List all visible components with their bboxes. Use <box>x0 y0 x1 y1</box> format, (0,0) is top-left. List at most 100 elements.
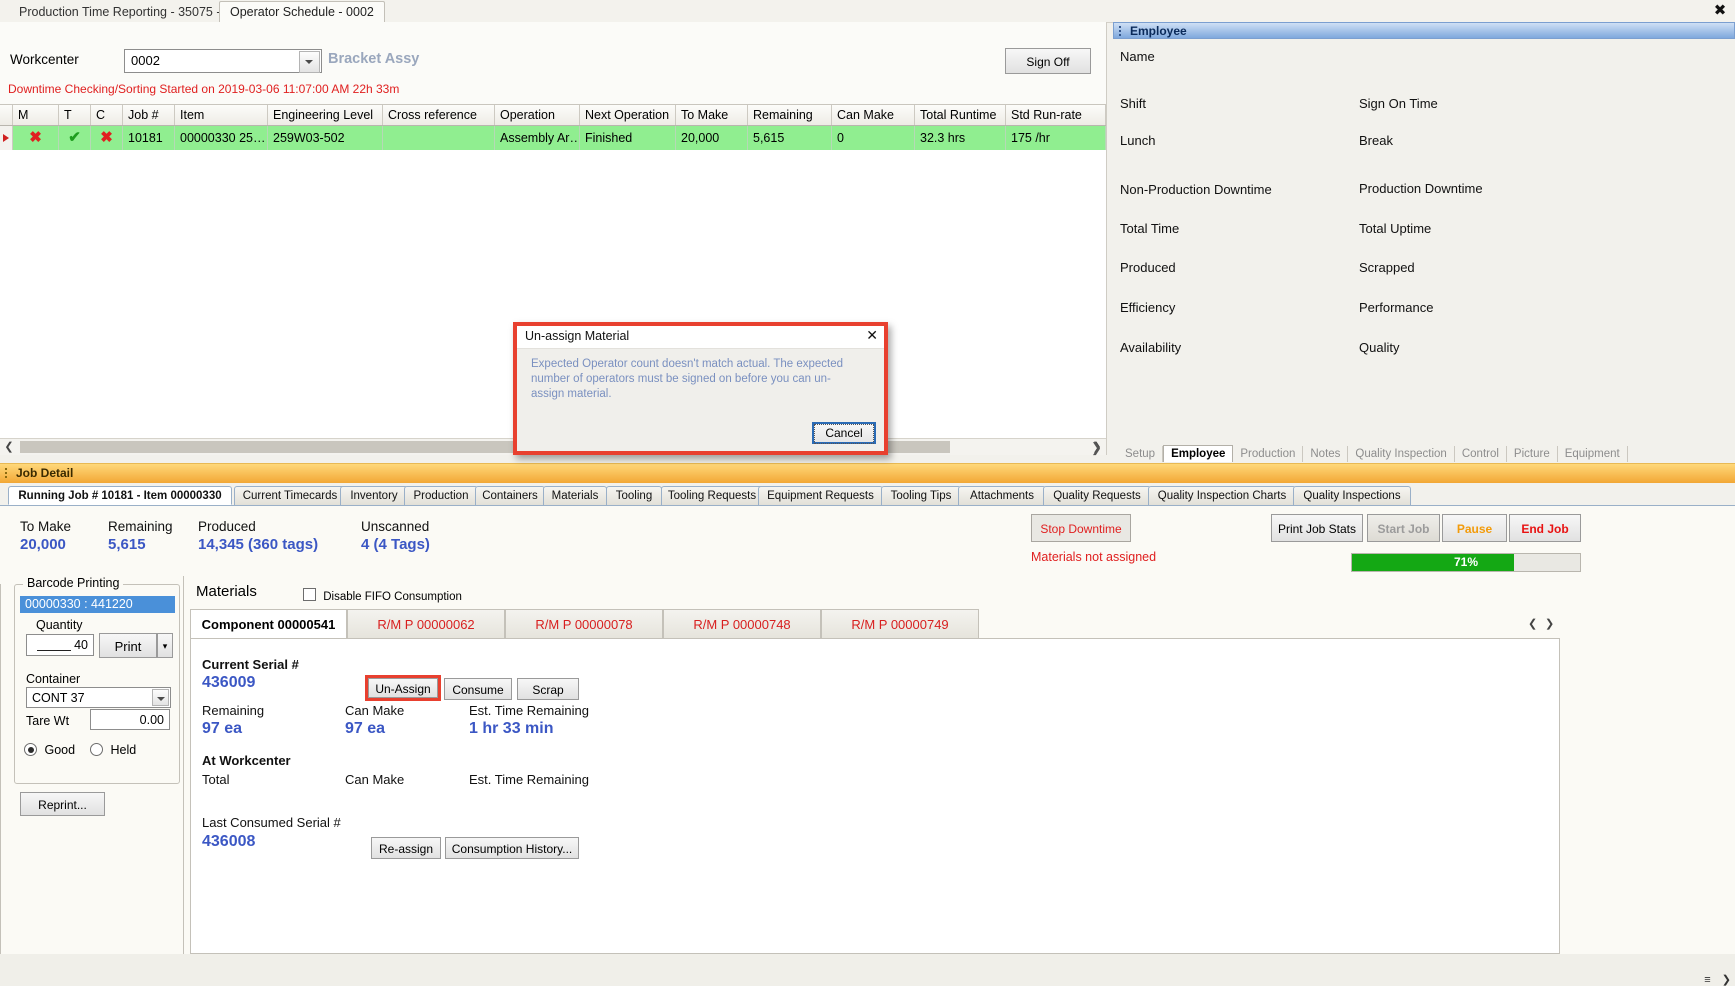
chevron-down-icon[interactable] <box>152 689 169 706</box>
reprint-button[interactable]: Reprint... <box>20 792 105 816</box>
mat-tab-component-00000541[interactable]: Component 00000541 <box>190 609 347 639</box>
start-job-button[interactable]: Start Job <box>1367 514 1440 542</box>
tab-materials[interactable]: Materials <box>543 486 607 505</box>
tab-containers[interactable]: Containers <box>475 486 545 505</box>
chevron-down-icon[interactable] <box>299 51 320 73</box>
tab-inventory[interactable]: Inventory <box>340 486 408 505</box>
pane-scroll-right-icon[interactable]: ❯ <box>1091 440 1102 456</box>
tab-attachments[interactable]: Attachments <box>958 486 1046 505</box>
employee-field-break: Break <box>1359 133 1393 148</box>
drag-handle-icon[interactable] <box>1119 26 1121 37</box>
tab-production[interactable]: Production <box>404 486 478 505</box>
window-tab-operator-schedule[interactable]: Operator Schedule - 0002 <box>219 1 385 23</box>
row-item: 00000330 25… <box>175 126 268 150</box>
grid-col-std-run-rate[interactable]: Std Run-rate <box>1006 105 1106 125</box>
un-assign-button[interactable]: Un-Assign <box>368 678 438 698</box>
tab-production[interactable]: Production <box>1233 446 1304 462</box>
grid-col-engineering-level[interactable]: Engineering Level <box>268 105 383 125</box>
stop-downtime-button[interactable]: Stop Downtime <box>1031 514 1131 542</box>
consumption-history-button[interactable]: Consumption History... <box>445 837 579 859</box>
barcode-printing-caption: Barcode Printing <box>23 576 124 590</box>
print-dropdown-icon[interactable]: ▾ <box>157 633 173 658</box>
row-total-runtime: 32.3 hrs <box>915 126 1006 150</box>
tare-weight-input[interactable]: 0.00 <box>90 709 170 730</box>
grid-col-job[interactable]: Job # <box>123 105 175 125</box>
pause-button[interactable]: Pause <box>1442 514 1507 542</box>
tab-quality-requests[interactable]: Quality Requests <box>1043 486 1151 505</box>
mat-tab-rmp-00000062[interactable]: R/M P 00000062 <box>347 609 505 639</box>
grid-col-cross-reference[interactable]: Cross reference <box>383 105 495 125</box>
held-radio[interactable]: Held <box>90 743 136 757</box>
workcenter-total-label: Total <box>202 772 230 787</box>
grid-col-can-make[interactable]: Can Make <box>832 105 915 125</box>
tab-current-timecards[interactable]: Current Timecards <box>234 486 346 505</box>
good-radio[interactable]: Good <box>24 743 75 757</box>
tab-equipment[interactable]: Equipment <box>1558 446 1628 462</box>
employee-field-sign-on-time: Sign On Time <box>1359 96 1438 111</box>
tab-equipment-requests[interactable]: Equipment Requests <box>758 486 883 505</box>
checkbox-icon[interactable] <box>303 588 316 601</box>
grid-col-next-operation[interactable]: Next Operation <box>580 105 676 125</box>
grid-col-item[interactable]: Item <box>175 105 268 125</box>
tab-tooling-requests[interactable]: Tooling Requests <box>661 486 763 505</box>
stat-produced: Produced 14,345 (360 tags) <box>198 519 318 553</box>
tab-tooling[interactable]: Tooling <box>606 486 662 505</box>
grid-col-c[interactable]: C <box>91 105 123 125</box>
print-button[interactable]: Print <box>99 633 157 658</box>
dialog-message: Expected Operator count doesn't match ac… <box>531 358 844 400</box>
mat-tab-rmp-00000748[interactable]: R/M P 00000748 <box>663 609 821 639</box>
tab-scroll-right-icon[interactable]: ❯ <box>1722 974 1731 986</box>
row-m-status-icon[interactable]: ✖ <box>13 126 59 150</box>
tab-quality-inspections[interactable]: Quality Inspections <box>1293 486 1411 505</box>
re-assign-button[interactable]: Re-assign <box>371 837 441 859</box>
grid-col-m[interactable]: M <box>13 105 59 125</box>
quantity-input[interactable]: 40 <box>26 634 94 656</box>
tab-tooling-tips[interactable]: Tooling Tips <box>881 486 961 505</box>
est-time-remaining-value: 1 hr 33 min <box>469 720 554 737</box>
tab-bar-nav[interactable]: ≡ ❯ <box>1704 973 1731 986</box>
print-job-stats-button[interactable]: Print Job Stats <box>1271 514 1363 542</box>
tab-quality-inspection[interactable]: Quality Inspection <box>1348 446 1455 462</box>
dialog-close-icon[interactable]: ✕ <box>866 328 878 343</box>
grid-col-t[interactable]: T <box>59 105 91 125</box>
container-select[interactable]: CONT 37 <box>26 687 171 708</box>
drag-handle-icon[interactable] <box>5 468 7 479</box>
tab-setup[interactable]: Setup <box>1118 446 1164 462</box>
close-icon[interactable]: ✖ <box>1711 2 1729 20</box>
application-window: Production Time Reporting - 35075 - Curr… <box>0 0 1735 986</box>
tab-picture[interactable]: Picture <box>1507 446 1558 462</box>
tab-control[interactable]: Control <box>1455 446 1507 462</box>
row-t-status-icon[interactable]: ✔ <box>59 126 91 150</box>
consume-button[interactable]: Consume <box>444 678 512 700</box>
end-job-button[interactable]: End Job <box>1509 514 1581 542</box>
employee-pane: Employee Name Shift Lunch Non-Production… <box>1091 22 1735 462</box>
grid-col-operation[interactable]: Operation <box>495 105 580 125</box>
employee-tab-bar: Setup Employee Production Notes Quality … <box>1118 442 1628 462</box>
grid-header-row: M T C Job # Item Engineering Level Cross… <box>0 104 1106 126</box>
workcenter-select[interactable]: 0002 <box>124 49 322 73</box>
employee-field-shift: Shift <box>1120 96 1147 111</box>
grid-col-remaining[interactable]: Remaining <box>748 105 832 125</box>
barcode-selected-item[interactable]: 00000330 : 441220 <box>20 596 175 613</box>
mat-tab-rmp-00000749[interactable]: R/M P 00000749 <box>821 609 979 639</box>
tab-running-job[interactable]: Running Job # 10181 - Item 00000330 <box>8 486 232 505</box>
dialog-title: Un-assign Material <box>525 329 630 343</box>
scroll-left-icon[interactable]: ❮ <box>0 439 18 455</box>
table-row[interactable]: ✖ ✔ ✖ 10181 00000330 25… 259W03-502 Asse… <box>0 126 1106 151</box>
disable-fifo-checkbox[interactable]: Disable FIFO Consumption <box>303 588 462 603</box>
scrap-button[interactable]: Scrap <box>517 678 579 700</box>
dialog-cancel-button[interactable]: Cancel <box>812 422 876 444</box>
grid-col-total-runtime[interactable]: Total Runtime <box>915 105 1006 125</box>
tab-notes[interactable]: Notes <box>1303 446 1349 462</box>
tab-menu-icon[interactable]: ≡ <box>1704 974 1710 986</box>
materials-tab-scroll-right-icon[interactable]: ❯ <box>1545 617 1554 630</box>
mat-tab-rmp-00000078[interactable]: R/M P 00000078 <box>505 609 663 639</box>
tab-employee[interactable]: Employee <box>1163 445 1234 462</box>
tab-quality-inspection-charts[interactable]: Quality Inspection Charts <box>1148 486 1296 505</box>
sign-off-button[interactable]: Sign Off <box>1005 48 1091 74</box>
est-time-remaining-label: Est. Time Remaining <box>469 703 589 718</box>
grid-col-to-make[interactable]: To Make <box>676 105 748 125</box>
quantity-value: 40 <box>74 638 88 652</box>
row-c-status-icon[interactable]: ✖ <box>91 126 123 150</box>
materials-tab-scroll-left-icon[interactable]: ❮ <box>1528 617 1537 630</box>
